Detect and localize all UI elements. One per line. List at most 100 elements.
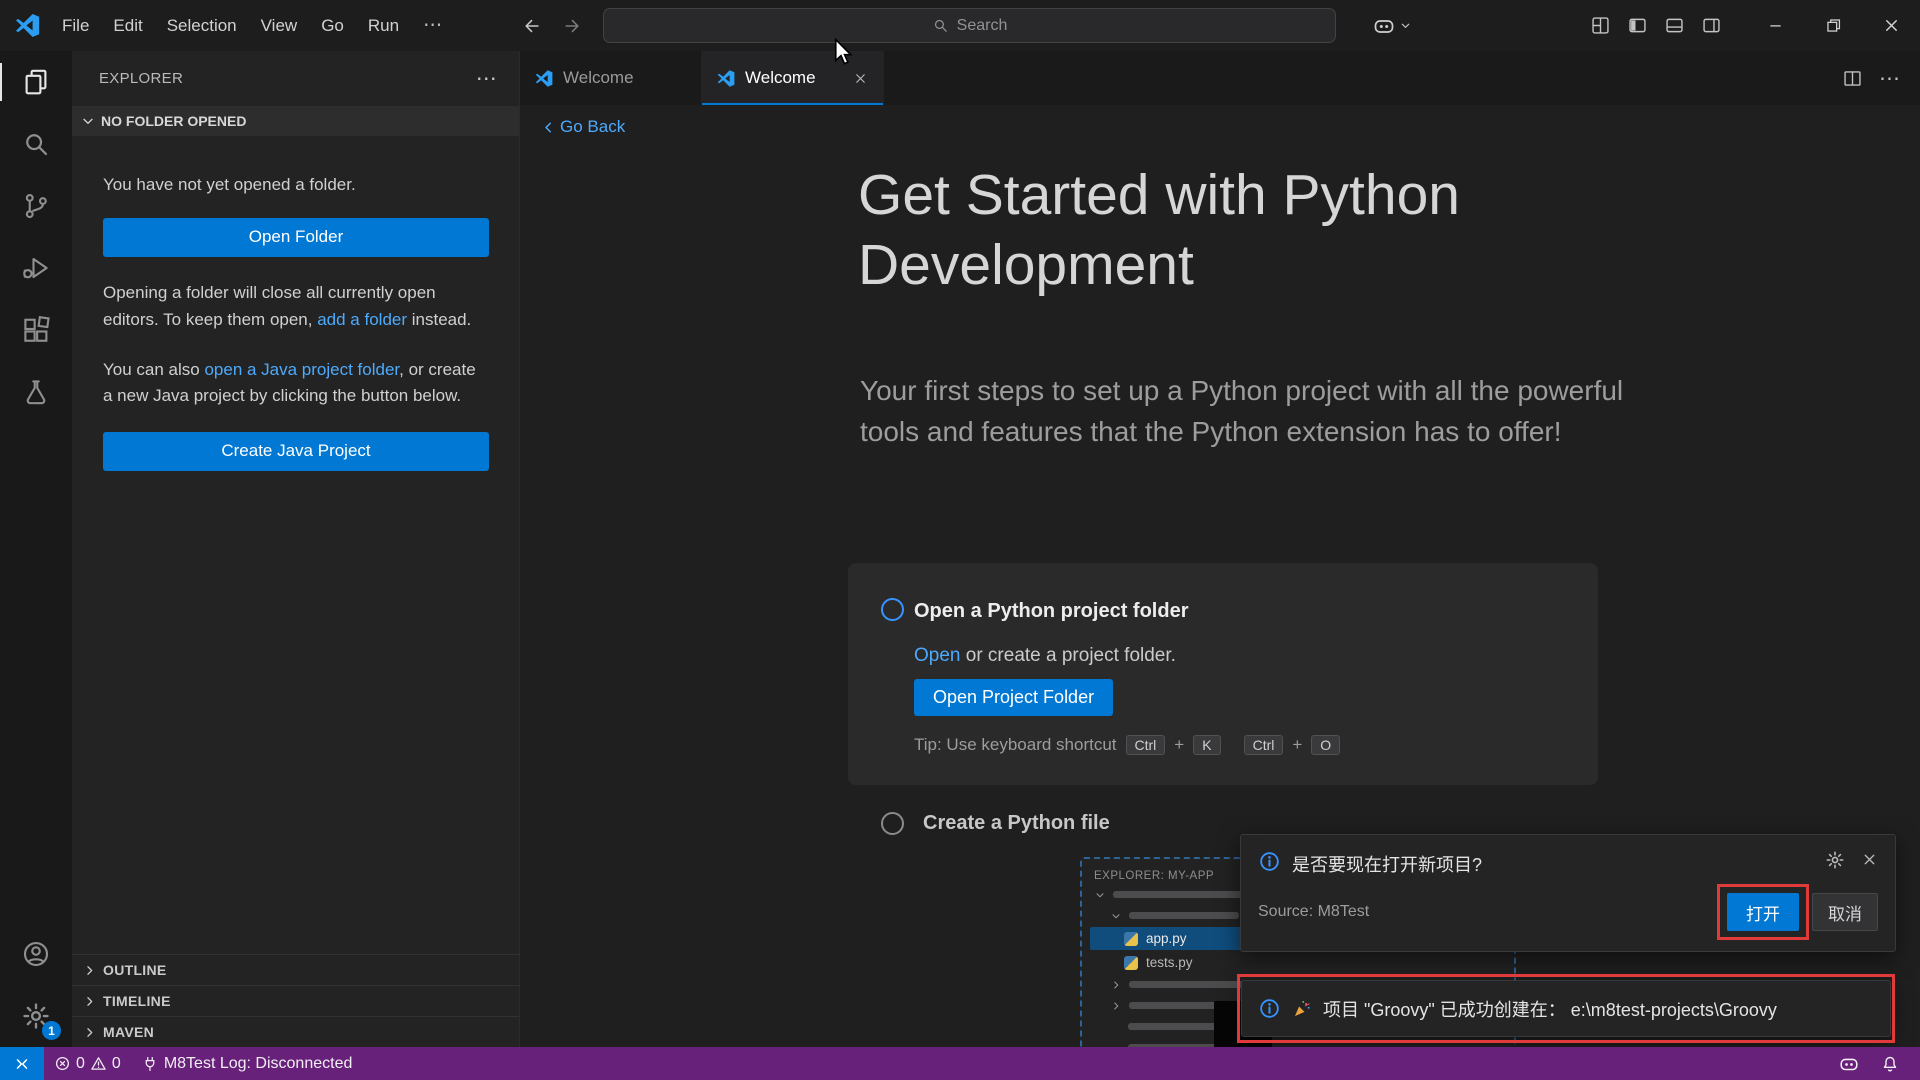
toggle-sidebar-button[interactable]: [1619, 9, 1656, 43]
search-icon: [932, 17, 949, 34]
go-back-label: Go Back: [560, 117, 625, 137]
step2-radio[interactable]: [881, 812, 904, 835]
step-create-python-file[interactable]: Create a Python file: [881, 812, 1110, 835]
open-folder-button[interactable]: Open Folder: [103, 218, 489, 257]
open-project-folder-button[interactable]: Open Project Folder: [914, 679, 1113, 716]
step1-description: Open or create a project folder.: [914, 645, 1176, 667]
kbd-o: O: [1311, 735, 1340, 755]
notification-project-created: 项目 "Groovy" 已成功创建在： e:\m8test-projects\G…: [1241, 980, 1891, 1037]
sidebar-more-icon[interactable]: ⋯: [476, 66, 497, 91]
activity-bar: 1: [0, 51, 72, 1047]
search-placeholder: Search: [957, 17, 1008, 35]
title-line: Get Started with Python: [858, 161, 1460, 231]
chevron-right-icon: [82, 963, 97, 978]
cancel-button[interactable]: 取消: [1812, 893, 1878, 931]
kbd-ctrl: Ctrl: [1244, 735, 1284, 755]
menu-selection[interactable]: Selection: [155, 0, 249, 51]
editor-actions: ⋯: [1842, 51, 1920, 105]
go-back-link[interactable]: Go Back: [540, 117, 625, 137]
tab-welcome-active[interactable]: Welcome: [702, 51, 884, 105]
java-hint-paragraph: You can also open a Java project folder,…: [103, 357, 489, 411]
panel-maven[interactable]: MAVEN: [72, 1016, 519, 1047]
add-folder-link[interactable]: add a folder: [317, 310, 407, 329]
activity-extensions[interactable]: [0, 299, 72, 361]
paragraph-text: instead.: [407, 310, 471, 329]
plus-sign: +: [1292, 735, 1302, 755]
open-button[interactable]: 打开: [1727, 893, 1799, 931]
notifications-bell-button[interactable]: [1870, 1047, 1910, 1080]
activity-settings[interactable]: 1: [0, 985, 72, 1047]
activity-testing[interactable]: [0, 361, 72, 423]
nav-forward-button[interactable]: [556, 10, 588, 42]
notification-message: 项目 "Groovy" 已成功创建在： e:\m8test-projects\G…: [1323, 996, 1777, 1022]
settings-badge: 1: [42, 1021, 61, 1040]
party-popper-icon: [1292, 999, 1312, 1019]
section-no-folder-opened[interactable]: NO FOLDER OPENED: [72, 106, 519, 136]
minimize-button[interactable]: [1746, 0, 1804, 51]
editor-more-icon[interactable]: ⋯: [1879, 66, 1900, 91]
sidebar-content: You have not yet opened a folder. Open F…: [72, 136, 519, 954]
menu-run[interactable]: Run: [356, 0, 411, 51]
extensions-icon: [21, 315, 51, 345]
toggle-panel-button[interactable]: [1656, 9, 1693, 43]
titlebar: File Edit Selection View Go Run ⋯ Search: [0, 0, 1920, 51]
command-center-search[interactable]: Search: [603, 8, 1336, 43]
close-window-button[interactable]: [1862, 0, 1920, 51]
copilot-menu-button[interactable]: [1372, 10, 1412, 41]
info-icon: [1258, 850, 1281, 873]
activity-source-control[interactable]: [0, 175, 72, 237]
activity-account[interactable]: [0, 923, 72, 985]
close-tab-icon[interactable]: [853, 71, 868, 86]
activity-explorer[interactable]: [0, 51, 72, 113]
notification-close-icon[interactable]: [1861, 851, 1878, 869]
python-file-icon: [1124, 956, 1138, 970]
file-label: tests.py: [1146, 955, 1193, 970]
status-bar: 0 0 M8Test Log: Disconnected: [0, 1047, 1920, 1080]
customize-layout-button[interactable]: [1582, 9, 1619, 43]
activity-run-debug[interactable]: [0, 237, 72, 299]
notification-message: 是否要现在打开新项目?: [1292, 850, 1814, 877]
chevron-right-icon: [82, 994, 97, 1009]
menu-file[interactable]: File: [50, 0, 101, 51]
menu-more-icon[interactable]: ⋯: [411, 0, 454, 51]
no-folder-text: You have not yet opened a folder.: [103, 172, 489, 199]
notification-open-project: 是否要现在打开新项目? Source: M8Test 打开 取消: [1240, 834, 1896, 952]
warning-count: 0: [112, 1055, 121, 1073]
panel-outline[interactable]: OUTLINE: [72, 954, 519, 985]
panel-label: MAVEN: [103, 1024, 154, 1040]
illustration-file-tests-py: tests.py: [1094, 951, 1502, 974]
problems-status[interactable]: 0 0: [44, 1047, 131, 1080]
kbd-ctrl: Ctrl: [1126, 735, 1166, 755]
m8test-log-status[interactable]: M8Test Log: Disconnected: [131, 1047, 363, 1080]
toggle-secondary-sidebar-button[interactable]: [1693, 9, 1730, 43]
menu-edit[interactable]: Edit: [101, 0, 154, 51]
plug-icon: [141, 1055, 159, 1073]
panel-label: OUTLINE: [103, 962, 167, 978]
menu-go[interactable]: Go: [309, 0, 356, 51]
titlebar-controls: [1582, 0, 1920, 51]
open-link[interactable]: Open: [914, 645, 960, 666]
open-java-project-link[interactable]: open a Java project folder: [204, 360, 399, 379]
title-line: Development: [858, 231, 1460, 301]
activity-search[interactable]: [0, 113, 72, 175]
notification-source: Source: M8Test: [1258, 903, 1727, 921]
info-icon: [1258, 997, 1281, 1020]
notification-gear-icon[interactable]: [1825, 850, 1845, 870]
menu-bar: File Edit Selection View Go Run ⋯: [50, 0, 454, 51]
python-file-icon: [1124, 932, 1138, 946]
window-controls: [1746, 0, 1920, 51]
keyboard-tip: Tip: Use keyboard shortcut Ctrl+K Ctrl+O: [914, 735, 1340, 755]
copilot-status-button[interactable]: [1828, 1047, 1870, 1080]
create-java-project-button[interactable]: Create Java Project: [103, 432, 489, 471]
tab-welcome-inactive[interactable]: Welcome: [520, 51, 702, 105]
remote-indicator[interactable]: [0, 1047, 44, 1080]
split-editor-button[interactable]: [1842, 68, 1863, 89]
nav-back-button[interactable]: [516, 10, 548, 42]
paragraph-text: You can also: [103, 360, 204, 379]
sidebar-header: EXPLORER ⋯: [72, 51, 519, 106]
step1-radio[interactable]: [881, 598, 904, 621]
panel-label: TIMELINE: [103, 993, 171, 1009]
panel-timeline[interactable]: TIMELINE: [72, 985, 519, 1016]
restore-button[interactable]: [1804, 0, 1862, 51]
menu-view[interactable]: View: [249, 0, 310, 51]
